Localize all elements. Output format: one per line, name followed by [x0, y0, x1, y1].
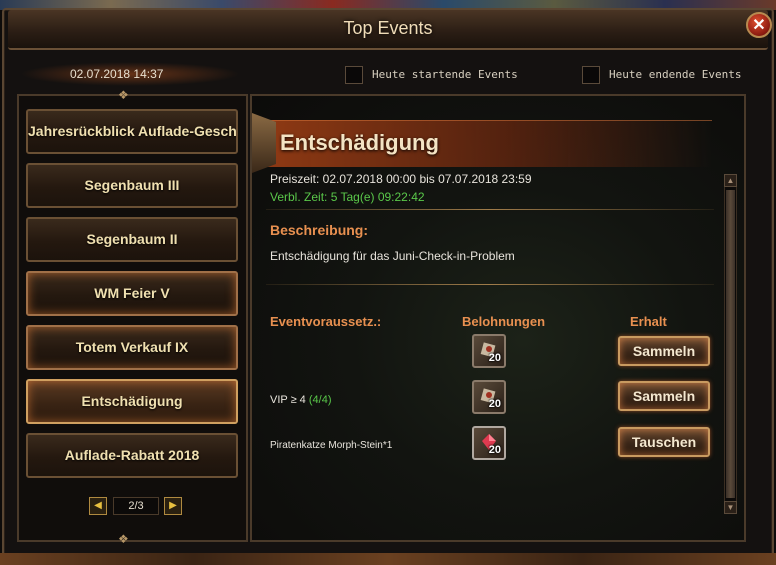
event-description: Entschädigung für das Juni-Check-in-Prob…: [270, 249, 515, 263]
description-heading: Beschreibung:: [270, 222, 369, 238]
panel-ornament-icon: ❖: [118, 532, 129, 546]
column-receive: Erhalt: [630, 314, 667, 329]
divider: [266, 284, 714, 285]
prev-page-icon[interactable]: ◀: [89, 497, 107, 515]
today-end-label: Heute endende Events: [609, 68, 742, 81]
banner-ornament-icon: [252, 113, 276, 173]
event-remaining-time: Verbl. Zeit: 5 Tag(e) 09:22:42: [270, 190, 425, 204]
window-title: Top Events: [343, 18, 433, 38]
exchange-button[interactable]: Tauschen: [618, 427, 710, 457]
page-indicator: 2/3: [113, 497, 159, 515]
row-condition: Piratenkatze Morph-Stein*1: [270, 440, 393, 451]
scroll-item-icon[interactable]: 20: [472, 380, 506, 414]
column-rewards: Belohnungen: [462, 314, 546, 329]
event-title: Entschädigung: [280, 130, 439, 155]
sidebar-item-jahresrueckblick[interactable]: Jahresrückblick Auflade-Geschenke: [26, 109, 238, 154]
red-gem-item-icon[interactable]: 20: [472, 426, 506, 460]
row-condition: VIP ≥ 4 (4/4): [270, 394, 332, 406]
collect-button[interactable]: Sammeln: [618, 381, 710, 411]
column-condition: Eventvoraussetz.:: [270, 314, 382, 329]
scroll-down-icon[interactable]: ▼: [724, 501, 737, 514]
scroll-up-icon[interactable]: ▲: [724, 174, 737, 187]
server-datetime: 02.07.2018 14:37: [70, 67, 164, 81]
sidebar-item-segenbaum-2[interactable]: Segenbaum II: [26, 217, 238, 262]
sidebar-item-entschaedigung[interactable]: Entschädigung: [26, 379, 238, 424]
sidebar-item-segenbaum-3[interactable]: Segenbaum III: [26, 163, 238, 208]
scrollbar-thumb[interactable]: [726, 190, 735, 498]
today-start-checkbox[interactable]: [345, 66, 363, 84]
panel-ornament-icon: ❖: [118, 88, 129, 102]
sidebar-item-auflade-rabatt[interactable]: Auflade-Rabatt 2018: [26, 433, 238, 478]
event-period: Preiszeit: 02.07.2018 00:00 bis 07.07.20…: [270, 172, 532, 186]
collect-button[interactable]: Sammeln: [618, 336, 710, 366]
scroll-item-icon[interactable]: 20: [472, 334, 506, 368]
sidebar-item-wm-feier[interactable]: WM Feier V: [26, 271, 238, 316]
close-icon[interactable]: ✕: [746, 12, 772, 38]
bottom-ornament: [0, 553, 776, 565]
divider: [266, 209, 714, 210]
next-page-icon[interactable]: ▶: [164, 497, 182, 515]
sidebar-item-totem-verkauf[interactable]: Totem Verkauf IX: [26, 325, 238, 370]
today-start-label: Heute startende Events: [372, 68, 518, 81]
today-end-checkbox[interactable]: [582, 66, 600, 84]
